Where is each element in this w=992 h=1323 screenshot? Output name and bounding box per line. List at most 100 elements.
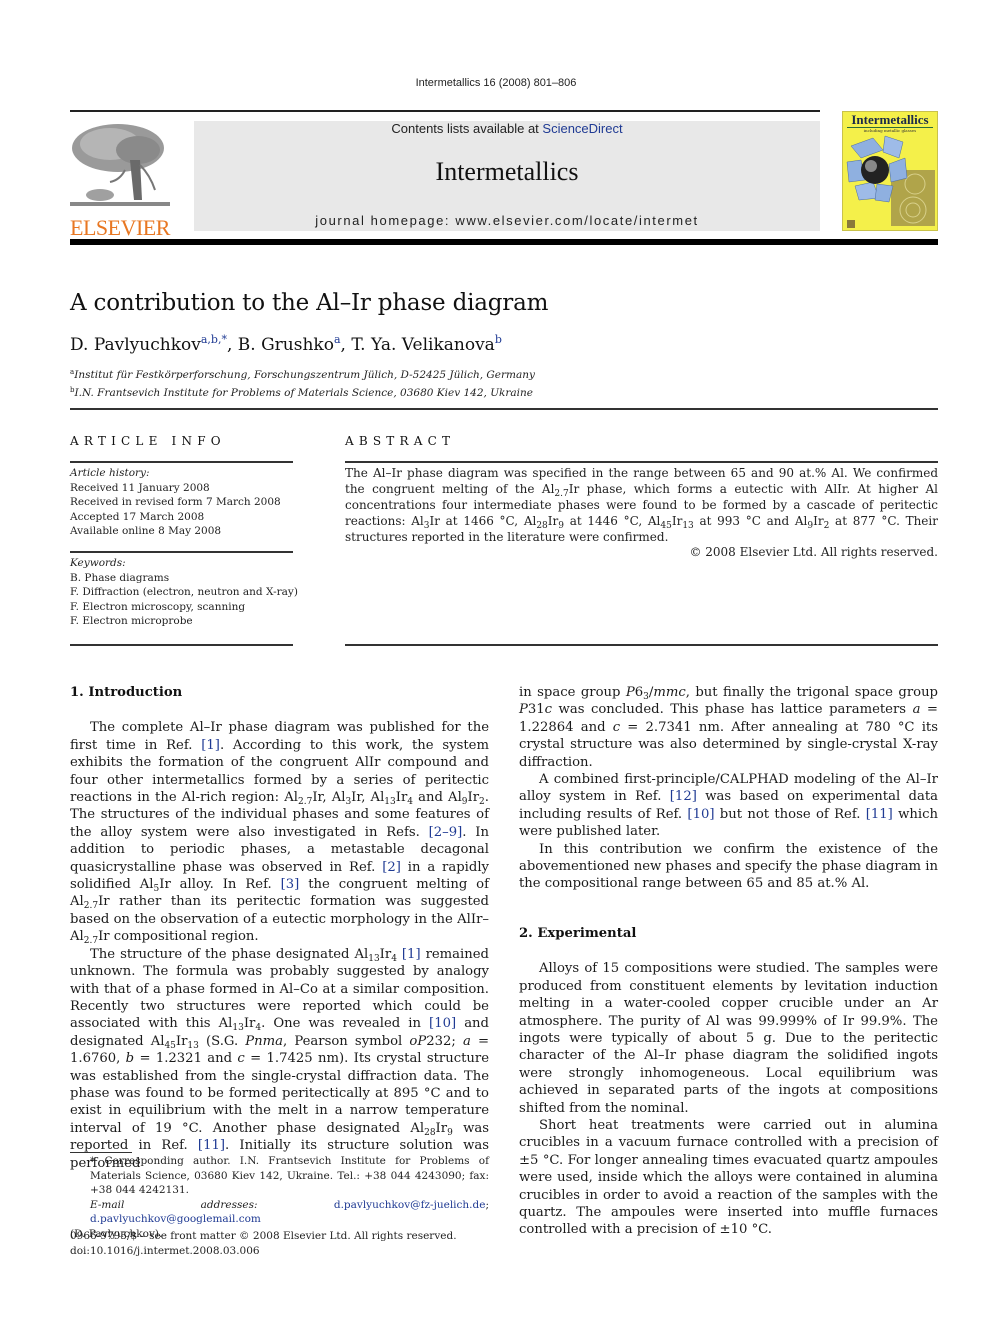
italic-symbol: Pnma bbox=[245, 1033, 284, 1049]
doi-line[interactable]: doi:10.1016/j.intermet.2008.03.006 bbox=[70, 1244, 457, 1259]
section-heading-introduction: 1. Introduction bbox=[70, 685, 183, 700]
contents-prefix: Contents lists available at bbox=[391, 121, 543, 136]
citation-link[interactable]: [3] bbox=[281, 877, 300, 892]
homepage-prefix: journal homepage: bbox=[315, 213, 456, 228]
divider bbox=[70, 461, 293, 463]
header-thick-rule bbox=[70, 239, 938, 245]
subscript: 5 bbox=[153, 884, 160, 895]
citation-link[interactable]: [1] bbox=[402, 947, 421, 962]
body-column-right: in space group P63/mmc, but finally the … bbox=[519, 684, 938, 1239]
subscript: 2 bbox=[823, 521, 830, 531]
italic-symbol: mmc bbox=[653, 685, 686, 700]
subscript: 45 bbox=[660, 521, 672, 531]
email-label: E-mail addresses: bbox=[90, 1198, 258, 1211]
subscript: 13 bbox=[384, 797, 396, 808]
subscript: 2 bbox=[479, 797, 485, 808]
contents-line: Contents lists available at ScienceDirec… bbox=[194, 121, 820, 136]
journal-masthead: Contents lists available at ScienceDirec… bbox=[194, 121, 820, 231]
affiliation-item: bI.N. Frantsevich Institute for Problems… bbox=[70, 383, 535, 401]
subscript: 13 bbox=[682, 521, 694, 531]
citation-link[interactable]: [2–9] bbox=[429, 825, 463, 840]
citation-link[interactable]: [10] bbox=[429, 1016, 456, 1031]
subscript: 45 bbox=[164, 1040, 176, 1051]
intro-paragraph-1: The complete Al–Ir phase diagram was pub… bbox=[70, 720, 489, 947]
italic-symbol: c bbox=[544, 702, 553, 718]
footnote: * Corresponding author. I.N. Frantsevich… bbox=[70, 1154, 489, 1241]
divider bbox=[345, 644, 938, 646]
subscript: 3 bbox=[423, 521, 430, 531]
elsevier-tree-icon bbox=[70, 120, 170, 210]
abstract-heading: ABSTRACT bbox=[345, 434, 456, 448]
history-label: Article history: bbox=[70, 467, 150, 479]
subscript: 9 bbox=[447, 1127, 453, 1138]
citation-link[interactable]: [10] bbox=[687, 807, 714, 822]
italic-symbol: c bbox=[237, 1051, 245, 1067]
email-line: E-mail addresses: d.pavlyuchkov@fz-jueli… bbox=[90, 1198, 490, 1226]
subscript: 13 bbox=[368, 953, 380, 964]
email-link[interactable]: d.pavlyuchkov@fz-juelich.de bbox=[334, 1199, 486, 1211]
divider bbox=[345, 461, 938, 463]
abstract-text: The Al–Ir phase diagram was specified in… bbox=[345, 466, 938, 544]
body-column-left: 1. Introduction The complete Al–Ir phase… bbox=[70, 684, 489, 1172]
subscript: 4 bbox=[407, 797, 413, 808]
subscript: 4 bbox=[391, 953, 397, 964]
keywords-label: Keywords: bbox=[70, 557, 126, 569]
author-name[interactable]: B. Grushko bbox=[238, 335, 334, 355]
intro-paragraph-2: The structure of the phase designated Al… bbox=[70, 946, 490, 1171]
journal-title: Intermetallics bbox=[435, 157, 579, 186]
intro-paragraph-4: In this contribution we confirm the exis… bbox=[519, 841, 938, 892]
journal-cover-image[interactable]: Intermetallics including metallic glasse… bbox=[842, 111, 938, 231]
italic-symbol: c bbox=[612, 719, 621, 735]
citation-link[interactable]: [12] bbox=[670, 789, 697, 804]
author-affil-marks[interactable]: b bbox=[495, 333, 502, 346]
issn-line: 0966-9795/$ – see front matter © 2008 El… bbox=[70, 1230, 457, 1242]
subscript: 28 bbox=[424, 1127, 436, 1138]
cover-title: Intermetallics bbox=[851, 112, 929, 127]
sciencedirect-link[interactable]: ScienceDirect bbox=[542, 121, 622, 136]
experimental-paragraph-1: Alloys of 15 compositions were studied. … bbox=[519, 961, 938, 1116]
email-link[interactable]: d.pavlyuchkov@googlemail.com bbox=[90, 1213, 261, 1225]
intro-paragraph-3: A combined first-principle/CALPHAD model… bbox=[519, 772, 938, 840]
subscript: 28 bbox=[536, 521, 548, 531]
author-list: D. Pavlyuchkova,b,*, B. Grushkoa, T. Ya.… bbox=[70, 333, 502, 355]
cover-crystal-icon bbox=[846, 135, 935, 228]
subscript: 2.7 bbox=[297, 797, 313, 808]
subscript: 2.7 bbox=[554, 489, 569, 499]
italic-symbol: P bbox=[625, 685, 635, 700]
citation-link[interactable]: [11] bbox=[198, 1138, 225, 1153]
experimental-paragraph-2: Short heat treatments were carried out i… bbox=[519, 1117, 938, 1238]
author-name[interactable]: T. Ya. Velikanova bbox=[351, 335, 495, 355]
history-item: Received 11 January 2008 bbox=[70, 481, 210, 494]
history-item: Received in revised form 7 March 2008 bbox=[70, 496, 281, 508]
author-name[interactable]: D. Pavlyuchkov bbox=[70, 335, 201, 355]
author-separator: , bbox=[340, 335, 352, 355]
affiliation-item: aInstitut für Festkörperforschung, Forsc… bbox=[70, 365, 535, 383]
affiliations: aInstitut für Festkörperforschung, Forsc… bbox=[70, 365, 535, 400]
homepage-line: journal homepage: www.elsevier.com/locat… bbox=[194, 213, 820, 228]
italic-symbol: P bbox=[519, 702, 528, 718]
abstract-copyright: © 2008 Elsevier Ltd. All rights reserved… bbox=[689, 545, 938, 559]
footnote-rule bbox=[70, 1152, 132, 1153]
citation-link[interactable]: [1] bbox=[201, 738, 220, 753]
citation-link[interactable]: [2] bbox=[382, 860, 401, 875]
author-affil-marks[interactable]: a,b,* bbox=[201, 333, 227, 346]
subscript: 9 bbox=[461, 797, 468, 808]
italic-symbol: oP bbox=[409, 1033, 427, 1049]
affiliation-text: I.N. Frantsevich Institute for Problems … bbox=[74, 386, 534, 399]
citation-link[interactable]: [11] bbox=[866, 807, 893, 822]
divider bbox=[70, 408, 938, 410]
keyword-item: F. Electron microscopy, scanning bbox=[70, 600, 246, 613]
keywords: Keywords: B. Phase diagrams F. Diffracti… bbox=[70, 556, 298, 629]
divider bbox=[70, 644, 293, 646]
italic-symbol: a bbox=[912, 702, 921, 718]
elsevier-logo[interactable]: ELSEVIER bbox=[70, 120, 170, 240]
subscript: 13 bbox=[187, 1040, 199, 1051]
intro-paragraph-2-cont: in space group P63/mmc, but finally the … bbox=[519, 685, 939, 770]
history-item: Available online 8 May 2008 bbox=[70, 525, 222, 537]
top-rule bbox=[70, 110, 820, 112]
divider bbox=[70, 551, 293, 553]
subscript: 13 bbox=[232, 1023, 244, 1034]
author-separator: , bbox=[226, 335, 238, 355]
homepage-url[interactable]: www.elsevier.com/locate/intermet bbox=[455, 213, 698, 228]
subscript: 3 bbox=[345, 797, 352, 808]
